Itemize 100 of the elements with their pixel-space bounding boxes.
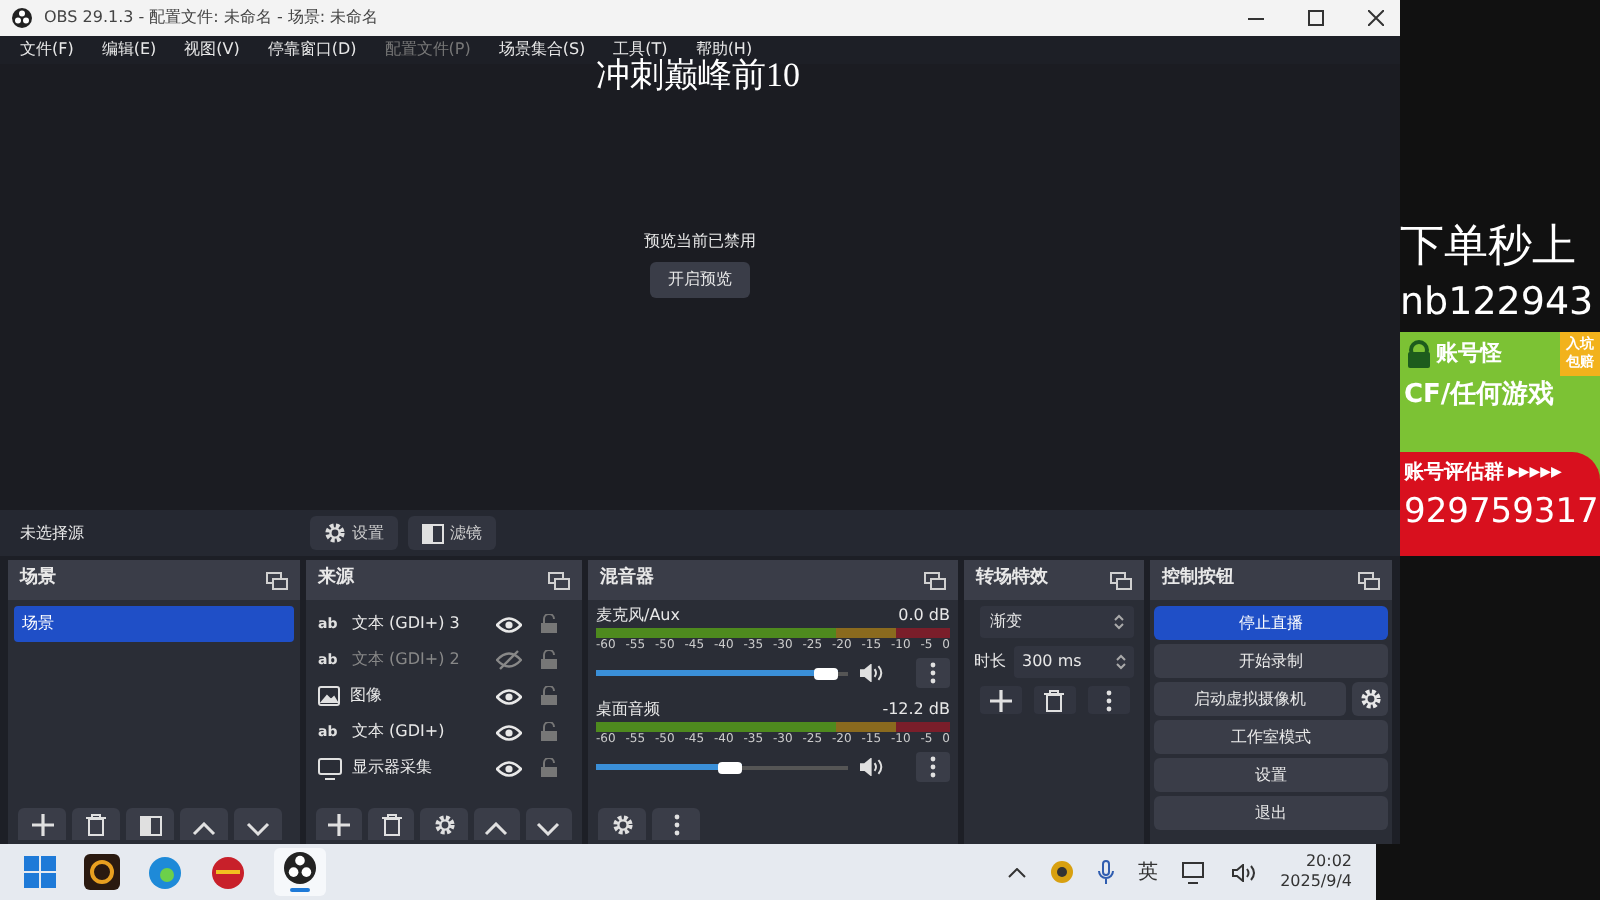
- toolbar-button[interactable]: [316, 808, 363, 840]
- scene-item[interactable]: 场景: [14, 606, 294, 642]
- control-button[interactable]: 工作室模式: [1154, 720, 1388, 754]
- eye-icon[interactable]: [496, 759, 522, 777]
- volume-slider[interactable]: [596, 759, 848, 775]
- menu-item[interactable]: 文件(F): [20, 38, 74, 62]
- menu-item[interactable]: 视图(V): [184, 38, 240, 62]
- image-icon: [318, 686, 340, 706]
- toolbar-button[interactable]: [126, 808, 174, 840]
- toolbar-button[interactable]: [18, 808, 66, 840]
- speaker-icon[interactable]: [859, 758, 884, 776]
- settings-icon: [611, 814, 633, 836]
- channel-menu-button[interactable]: [915, 658, 950, 688]
- toolbar-button[interactable]: [180, 808, 228, 840]
- undock-icon[interactable]: [266, 571, 288, 589]
- undock-icon[interactable]: [548, 571, 570, 589]
- toolbar-button[interactable]: [652, 808, 700, 840]
- eye-icon[interactable]: [496, 723, 522, 741]
- dock-title: 转场特效: [976, 566, 1048, 593]
- filter-icon: [139, 816, 161, 836]
- toolbar-button[interactable]: [420, 808, 468, 840]
- channel-reading: 0.0 dB: [898, 604, 950, 628]
- lock-icon[interactable]: [540, 650, 558, 670]
- preview-message: 预览当前已禁用: [644, 229, 756, 253]
- chevron-up-icon: [192, 822, 216, 836]
- chevron-down-icon: [246, 822, 270, 836]
- input-language[interactable]: 英: [1138, 857, 1159, 887]
- eye-slash-icon[interactable]: [496, 650, 522, 670]
- no-source-label: 未选择源: [20, 521, 86, 545]
- lock-icon: [1406, 340, 1432, 369]
- toolbar-button[interactable]: [234, 808, 282, 840]
- speaker-icon[interactable]: [859, 664, 884, 682]
- source-item[interactable]: 显示器采集: [352, 756, 486, 780]
- close-icon[interactable]: [1368, 10, 1384, 26]
- lock-icon[interactable]: [540, 758, 558, 778]
- toolbar-button[interactable]: [368, 808, 415, 840]
- clock-time[interactable]: 20:02: [1305, 852, 1352, 872]
- menu-item[interactable]: 场景集合(S): [498, 38, 586, 62]
- microphone-icon[interactable]: [1098, 860, 1115, 884]
- undock-icon[interactable]: [924, 571, 946, 589]
- toolbar-button[interactable]: [473, 808, 520, 840]
- overlay-text: 下单秒上: [1400, 218, 1578, 274]
- eye-icon[interactable]: [496, 687, 522, 705]
- undock-icon[interactable]: [1358, 571, 1380, 589]
- trash-icon: [381, 814, 402, 836]
- lock-icon[interactable]: [540, 686, 558, 706]
- toolbar-button[interactable]: [598, 808, 646, 840]
- lock-icon[interactable]: [540, 722, 558, 742]
- channel-name: 麦克风/Aux: [596, 604, 680, 628]
- settings-icon: [324, 522, 346, 544]
- source-item[interactable]: 文本 (GDI+): [352, 720, 486, 744]
- window-title: OBS 29.1.3 - 配置文件: 未命名 - 场景: 未命名: [44, 6, 379, 30]
- add-icon: [989, 689, 1011, 711]
- app-logo-icon: [12, 8, 32, 28]
- toolbar-button[interactable]: [525, 808, 573, 840]
- channel-menu-button[interactable]: [915, 752, 950, 782]
- clock-date[interactable]: 2025/9/4: [1280, 872, 1352, 892]
- control-button[interactable]: 启动虚拟摄像机: [1154, 682, 1346, 716]
- control-button[interactable]: 设置: [1154, 758, 1388, 792]
- menu-item[interactable]: 编辑(E): [101, 38, 157, 62]
- speaker-icon[interactable]: [1232, 863, 1257, 881]
- control-button[interactable]: 停止直播: [1154, 606, 1388, 640]
- toolbar-button[interactable]: [72, 808, 120, 840]
- source-item[interactable]: 文本 (GDI+) 2: [352, 648, 486, 672]
- updown-icon: [1114, 614, 1124, 630]
- dock-title: 场景: [20, 566, 56, 593]
- enable-preview-button[interactable]: 开启预览: [650, 261, 750, 297]
- chevron-up-icon[interactable]: [1008, 867, 1027, 877]
- ad-group-number: 929759317: [1404, 490, 1596, 536]
- filters-button[interactable]: 滤镜: [408, 516, 496, 550]
- toolbar-button[interactable]: [1087, 686, 1129, 714]
- control-button[interactable]: 开始录制: [1154, 644, 1388, 678]
- properties-button[interactable]: 设置: [310, 516, 398, 550]
- start-icon[interactable]: [24, 856, 56, 888]
- overlay-text: nb122943: [1400, 278, 1596, 328]
- tray-app-icon[interactable]: [1050, 860, 1075, 884]
- toolbar-button[interactable]: [1033, 686, 1075, 714]
- settings-icon: [1359, 688, 1381, 710]
- minimize-icon[interactable]: [1248, 17, 1264, 19]
- source-item[interactable]: 文本 (GDI+) 3: [352, 612, 486, 636]
- settings-icon: [433, 814, 455, 836]
- ad-slogan: CF/任何游戏: [1402, 377, 1557, 413]
- toolbar-button[interactable]: [979, 686, 1021, 714]
- updown-icon: [1116, 654, 1126, 670]
- app-icon[interactable]: [84, 854, 120, 890]
- ad-brand: 账号怪: [1436, 338, 1502, 370]
- virtual-camera-settings-button[interactable]: [1352, 682, 1388, 716]
- menu-item[interactable]: 停靠窗口(D): [267, 38, 357, 62]
- trash-icon: [86, 814, 106, 836]
- maximize-icon[interactable]: [1308, 10, 1324, 26]
- source-item[interactable]: 图像: [350, 684, 486, 708]
- more-icon: [929, 662, 936, 684]
- duration-field[interactable]: 300 ms: [1014, 646, 1134, 678]
- lock-icon[interactable]: [540, 614, 558, 634]
- volume-slider[interactable]: [596, 665, 848, 681]
- control-button[interactable]: 退出: [1154, 796, 1388, 830]
- eye-icon[interactable]: [496, 615, 522, 633]
- transition-dropdown[interactable]: 渐变: [980, 606, 1134, 638]
- channel-reading: -12.2 dB: [882, 698, 950, 722]
- undock-icon[interactable]: [1110, 571, 1132, 589]
